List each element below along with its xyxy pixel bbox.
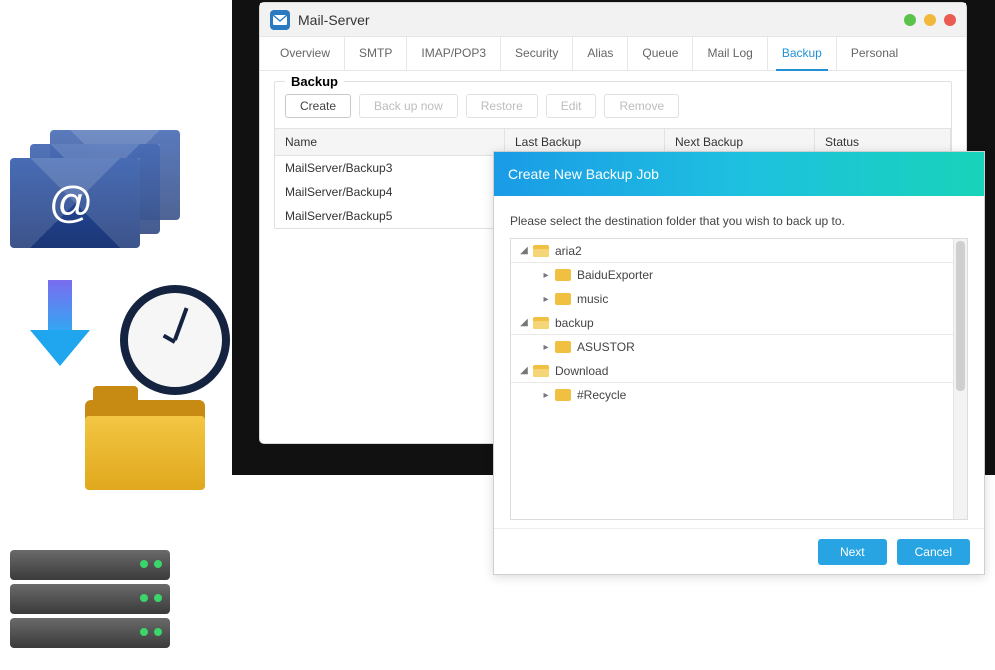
tree-item-label: Download xyxy=(555,364,608,378)
cell-name: MailServer/Backup3 xyxy=(275,156,505,180)
minimize-button[interactable] xyxy=(904,14,916,26)
dialog-prompt: Please select the destination folder tha… xyxy=(510,214,968,228)
tree-item-label: backup xyxy=(555,316,594,330)
section-legend: Backup xyxy=(285,74,344,89)
tree-item[interactable]: ◢ Download xyxy=(511,359,967,383)
app-icon xyxy=(270,10,290,30)
folder-icon xyxy=(555,341,571,353)
folder-icon xyxy=(555,389,571,401)
tree-item-label: BaiduExporter xyxy=(577,268,653,282)
tab-personal[interactable]: Personal xyxy=(837,37,912,70)
mail-envelopes-icon: @ xyxy=(10,130,200,250)
tab-backup[interactable]: Backup xyxy=(768,37,837,70)
tree-item[interactable]: ▸ #Recycle xyxy=(511,383,967,407)
next-button[interactable]: Next xyxy=(818,539,887,565)
tab-imap-pop3[interactable]: IMAP/POP3 xyxy=(407,37,501,70)
tab-bar: OverviewSMTPIMAP/POP3SecurityAliasQueueM… xyxy=(260,37,966,71)
cancel-button[interactable]: Cancel xyxy=(897,539,970,565)
cell-name: MailServer/Backup4 xyxy=(275,180,505,204)
edit-button[interactable]: Edit xyxy=(546,94,597,118)
scroll-thumb[interactable] xyxy=(956,241,965,391)
tree-item-label: ASUSTOR xyxy=(577,340,635,354)
tree-item[interactable]: ▸ BaiduExporter xyxy=(511,263,967,287)
arrow-down-icon xyxy=(30,280,90,370)
cell-name: MailServer/Backup5 xyxy=(275,204,505,228)
create-button[interactable]: Create xyxy=(285,94,351,118)
tree-item[interactable]: ▸ music xyxy=(511,287,967,311)
col-name[interactable]: Name xyxy=(275,129,505,155)
expand-icon[interactable]: ▸ xyxy=(541,342,551,352)
window-title: Mail-Server xyxy=(298,12,370,28)
titlebar[interactable]: Mail-Server xyxy=(260,3,966,37)
folder-icon xyxy=(555,269,571,281)
folder-icon xyxy=(533,365,549,377)
collapse-icon[interactable]: ◢ xyxy=(519,246,529,256)
backup-now-button[interactable]: Back up now xyxy=(359,94,458,118)
tab-mail-log[interactable]: Mail Log xyxy=(693,37,767,70)
close-button[interactable] xyxy=(944,14,956,26)
dialog-title[interactable]: Create New Backup Job xyxy=(494,152,984,196)
folder-large-icon xyxy=(85,400,205,490)
restore-button[interactable]: Restore xyxy=(466,94,538,118)
tree-item-label: aria2 xyxy=(555,244,582,258)
tab-alias[interactable]: Alias xyxy=(573,37,628,70)
folder-icon xyxy=(555,293,571,305)
tab-queue[interactable]: Queue xyxy=(628,37,693,70)
tree-item[interactable]: ◢ aria2 xyxy=(511,239,967,263)
scrollbar-vertical[interactable] xyxy=(953,239,967,519)
server-icon xyxy=(10,550,170,670)
clock-icon xyxy=(120,285,230,395)
tree-item-label: music xyxy=(577,292,608,306)
folder-icon xyxy=(533,245,549,257)
create-backup-dialog: Create New Backup Job Please select the … xyxy=(493,151,985,575)
tree-item-label: #Recycle xyxy=(577,388,626,402)
expand-icon[interactable]: ▸ xyxy=(541,294,551,304)
collapse-icon[interactable]: ◢ xyxy=(519,318,529,328)
maximize-button[interactable] xyxy=(924,14,936,26)
tab-security[interactable]: Security xyxy=(501,37,573,70)
tab-overview[interactable]: Overview xyxy=(266,37,345,70)
remove-button[interactable]: Remove xyxy=(604,94,679,118)
expand-icon[interactable]: ▸ xyxy=(541,390,551,400)
expand-icon[interactable]: ▸ xyxy=(541,270,551,280)
folder-icon xyxy=(533,317,549,329)
folder-tree[interactable]: ◢ aria2 ▸ BaiduExporter ▸ music ◢ backup ▸ ASUSTO… xyxy=(510,238,968,520)
collapse-icon[interactable]: ◢ xyxy=(519,366,529,376)
tree-item[interactable]: ◢ backup xyxy=(511,311,967,335)
tab-smtp[interactable]: SMTP xyxy=(345,37,407,70)
tree-item[interactable]: ▸ ASUSTOR xyxy=(511,335,967,359)
